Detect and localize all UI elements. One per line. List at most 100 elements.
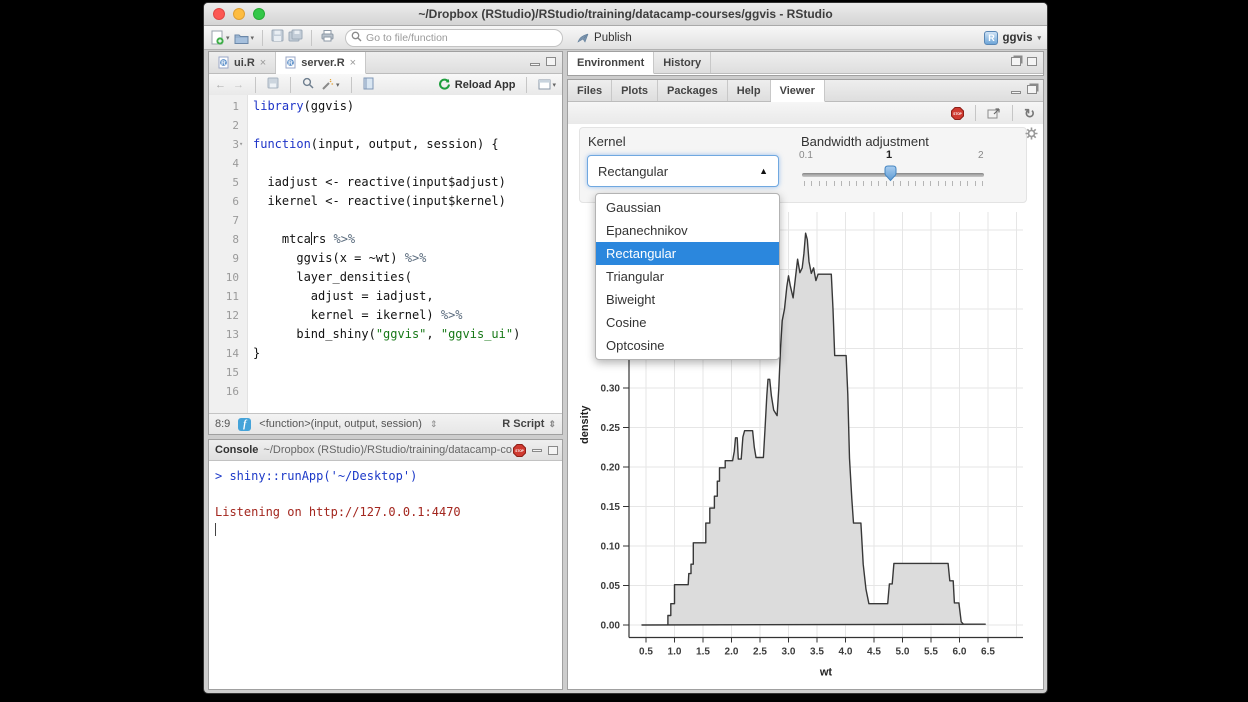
maximize-pane-icon[interactable]: [548, 446, 558, 455]
minimize-pane-icon[interactable]: [1011, 91, 1021, 94]
tab-history[interactable]: History: [654, 52, 711, 73]
print-icon[interactable]: [320, 29, 335, 47]
tab-help[interactable]: Help: [728, 80, 771, 101]
kernel-select[interactable]: Rectangular ▲: [587, 155, 779, 187]
open-file-icon[interactable]: ▾: [234, 31, 255, 45]
kernel-option[interactable]: Optcosine: [596, 334, 779, 357]
kernel-selected-value: Rectangular: [598, 164, 668, 179]
refresh-icon[interactable]: ↻: [1024, 107, 1035, 120]
r-project-icon: R: [984, 31, 998, 45]
window-title: ~/Dropbox (RStudio)/RStudio/training/dat…: [204, 7, 1047, 21]
maximize-pane-icon[interactable]: [1027, 57, 1037, 66]
slider-tick: [871, 181, 872, 186]
source-on-save-panel-icon[interactable]: ▾: [538, 79, 556, 90]
screen: { "window": { "title": "~/Dropbox (RStud…: [0, 0, 1248, 702]
slider-tick: [849, 181, 850, 186]
save-icon[interactable]: [267, 77, 279, 92]
tab-environment[interactable]: Environment: [568, 52, 654, 74]
restore-pane-icon[interactable]: [1011, 57, 1021, 66]
function-icon: f: [238, 418, 251, 431]
tab-files[interactable]: Files: [568, 80, 612, 101]
compile-notebook-icon[interactable]: [363, 77, 374, 93]
filetype-chevron-icon: ⇕: [548, 419, 556, 430]
svg-text:R: R: [288, 60, 293, 67]
code-line: 4: [209, 154, 562, 173]
editor-toolbar: ← → ▾ Reload App ▾: [209, 74, 562, 96]
kernel-option[interactable]: Cosine: [596, 311, 779, 334]
slider-tick: [930, 181, 931, 186]
code-line: 2: [209, 116, 562, 135]
stop-icon[interactable]: STOP: [951, 107, 964, 120]
kernel-option[interactable]: Triangular: [596, 265, 779, 288]
minimize-pane-icon[interactable]: [532, 449, 542, 452]
code-line: 7: [209, 211, 562, 230]
stop-icon[interactable]: STOP: [513, 444, 526, 457]
back-icon[interactable]: ←: [215, 79, 226, 91]
slider-tick: [834, 181, 835, 186]
source-tabstrip: R ui.R× R server.R×: [209, 52, 562, 74]
r-script-icon: R: [218, 56, 229, 69]
tab-ui-r[interactable]: R ui.R×: [209, 52, 276, 73]
code-line: 12 kernel = ikernel) %>%: [209, 306, 562, 325]
goto-file-search: [345, 28, 563, 47]
svg-text:0.10: 0.10: [601, 542, 621, 553]
slider-tick: [863, 181, 864, 186]
file-type-label[interactable]: R Script: [502, 418, 544, 430]
new-file-icon[interactable]: ▾: [210, 30, 230, 46]
project-menu-button[interactable]: R ggvis ▾: [984, 31, 1041, 45]
forward-icon[interactable]: →: [233, 79, 244, 91]
save-all-icon[interactable]: [288, 29, 303, 47]
tab-server-r[interactable]: R server.R×: [276, 52, 366, 74]
kernel-option[interactable]: Gaussian: [596, 196, 779, 219]
code-line: 6 ikernel <- reactive(input$kernel): [209, 192, 562, 211]
console-output[interactable]: > shiny::runApp('~/Desktop') Listening o…: [209, 461, 562, 689]
slider-tick: [841, 181, 842, 186]
close-tab-icon[interactable]: ×: [350, 57, 356, 69]
gear-icon[interactable]: [1025, 127, 1038, 140]
svg-text:density: density: [579, 405, 591, 444]
editor-statusbar: 8:9 f <function>(input, output, session)…: [209, 413, 562, 434]
close-tab-icon[interactable]: ×: [260, 57, 266, 69]
code-line: 5 iadjust <- reactive(input$adjust): [209, 173, 562, 192]
kernel-option[interactable]: Biweight: [596, 288, 779, 311]
bandwidth-slider-handle[interactable]: [883, 165, 898, 187]
console-title[interactable]: Console: [215, 444, 258, 456]
publish-button[interactable]: Publish: [577, 32, 632, 44]
tab-packages[interactable]: Packages: [658, 80, 728, 101]
code-line: 16: [209, 382, 562, 401]
restore-pane-icon[interactable]: [1027, 85, 1037, 94]
code-line: 3▾function(input, output, session) {: [209, 135, 562, 154]
code-tools-icon[interactable]: ▾: [321, 79, 340, 91]
code-line: 15: [209, 363, 562, 382]
minimize-pane-icon[interactable]: [530, 63, 540, 66]
reload-app-button[interactable]: Reload App: [438, 78, 516, 91]
slider-tick: [923, 181, 924, 186]
kernel-option[interactable]: Epanechnikov: [596, 219, 779, 242]
viewer-toolbar: STOP ↻: [568, 102, 1043, 125]
publish-icon: [577, 32, 590, 44]
svg-text:1.0: 1.0: [668, 647, 682, 658]
tab-viewer[interactable]: Viewer: [771, 80, 825, 102]
kernel-option[interactable]: Rectangular: [596, 242, 779, 265]
console-line: > shiny::runApp('~/Desktop'): [215, 467, 562, 485]
svg-text:0.00: 0.00: [601, 621, 621, 632]
code-line: 11 adjust = iadjust,: [209, 287, 562, 306]
slider-tick: [900, 181, 901, 186]
slider-tick: [878, 181, 879, 186]
console-line: Listening on http://127.0.0.1:4470: [215, 503, 562, 521]
maximize-pane-icon[interactable]: [546, 57, 556, 66]
goto-file-input[interactable]: [345, 29, 563, 47]
svg-text:4.5: 4.5: [867, 647, 881, 658]
slider-tick: [945, 181, 946, 186]
save-icon[interactable]: [271, 29, 284, 47]
function-context[interactable]: <function>(input, output, session): [259, 418, 422, 430]
reload-icon: [438, 78, 451, 91]
kernel-dropdown-menu: GaussianEpanechnikovRectangularTriangula…: [595, 193, 780, 360]
slider-tick: [819, 181, 820, 186]
tab-plots[interactable]: Plots: [612, 80, 658, 101]
find-icon[interactable]: [302, 77, 314, 92]
code-line: 14}: [209, 344, 562, 363]
slider-tick: [982, 181, 983, 186]
open-in-new-window-icon[interactable]: [987, 107, 1001, 119]
code-editor[interactable]: 1library(ggvis)23▾function(input, output…: [209, 95, 562, 414]
